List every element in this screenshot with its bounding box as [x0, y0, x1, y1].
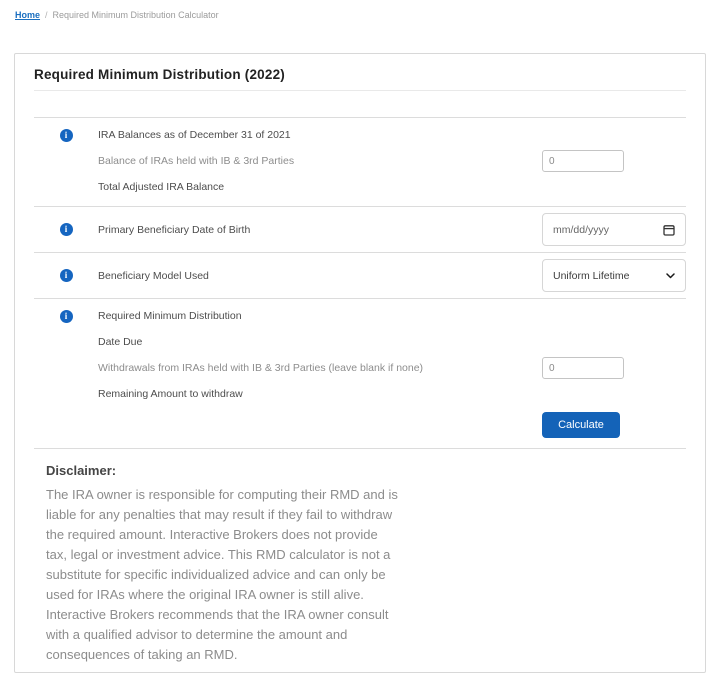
balance-label: Balance of IRAs held with IB & 3rd Parti…	[98, 155, 542, 167]
beneficiary-model-select[interactable]: Uniform Lifetime	[542, 259, 686, 292]
disclaimer-heading: Disclaimer:	[46, 463, 686, 478]
card-header: Required Minimum Distribution (2022)	[34, 54, 686, 91]
remaining-label: Remaining Amount to withdraw	[98, 388, 542, 400]
beneficiary-dob-label: Primary Beneficiary Date of Birth	[98, 224, 542, 236]
remaining-line: Remaining Amount to withdraw	[98, 381, 686, 407]
selected-option: Uniform Lifetime	[553, 270, 629, 282]
balance-input[interactable]	[542, 150, 624, 172]
row-beneficiary-dob: i Primary Beneficiary Date of Birth	[34, 206, 686, 252]
rmd-heading-line: Required Minimum Distribution	[98, 303, 686, 329]
date-due-line: Date Due	[98, 329, 686, 355]
row-beneficiary-model: i Beneficiary Model Used Uniform Lifetim…	[34, 252, 686, 298]
breadcrumb-current: Required Minimum Distribution Calculator	[53, 10, 219, 20]
calendar-icon[interactable]	[663, 224, 675, 236]
info-icon[interactable]: i	[60, 310, 73, 323]
info-icon[interactable]: i	[60, 129, 73, 142]
row-ira-balances: i IRA Balances as of December 31 of 2021…	[34, 117, 686, 206]
date-due-label: Date Due	[98, 336, 542, 348]
total-balance-line: Total Adjusted IRA Balance	[98, 174, 686, 200]
withdrawals-line: Withdrawals from IRAs held with IB & 3rd…	[98, 355, 686, 381]
info-icon[interactable]: i	[60, 269, 73, 282]
breadcrumb: Home / Required Minimum Distribution Cal…	[0, 0, 720, 20]
total-balance-label: Total Adjusted IRA Balance	[98, 181, 542, 193]
breadcrumb-separator: /	[45, 10, 48, 20]
ira-balances-heading-line: IRA Balances as of December 31 of 2021	[98, 122, 686, 148]
beneficiary-model-label: Beneficiary Model Used	[98, 270, 542, 282]
icon-cell: i	[34, 303, 98, 442]
info-icon[interactable]: i	[60, 223, 73, 236]
disclaimer-section: Disclaimer: The IRA owner is responsible…	[34, 448, 686, 665]
disclaimer-text: The IRA owner is responsible for computi…	[46, 485, 402, 665]
icon-cell: i	[34, 122, 98, 200]
breadcrumb-home-link[interactable]: Home	[15, 10, 40, 20]
withdrawals-input[interactable]	[542, 357, 624, 379]
chevron-down-icon	[666, 273, 675, 279]
rmd-form: i IRA Balances as of December 31 of 2021…	[34, 117, 686, 448]
dob-date-field[interactable]	[542, 213, 686, 246]
icon-cell: i	[34, 269, 98, 282]
balance-line: Balance of IRAs held with IB & 3rd Parti…	[98, 148, 686, 174]
page-title: Required Minimum Distribution (2022)	[34, 67, 686, 82]
row-rmd-results: i Required Minimum Distribution Date Due…	[34, 298, 686, 448]
calculate-line: Calculate	[98, 412, 686, 438]
icon-cell: i	[34, 223, 98, 236]
rmd-heading: Required Minimum Distribution	[98, 310, 542, 322]
rmd-calculator-card: Required Minimum Distribution (2022) i I…	[14, 53, 706, 673]
withdrawals-label: Withdrawals from IRAs held with IB & 3rd…	[98, 362, 542, 374]
calculate-button[interactable]: Calculate	[542, 412, 620, 438]
ira-balances-heading: IRA Balances as of December 31 of 2021	[98, 129, 542, 141]
dob-date-input[interactable]	[553, 224, 643, 236]
